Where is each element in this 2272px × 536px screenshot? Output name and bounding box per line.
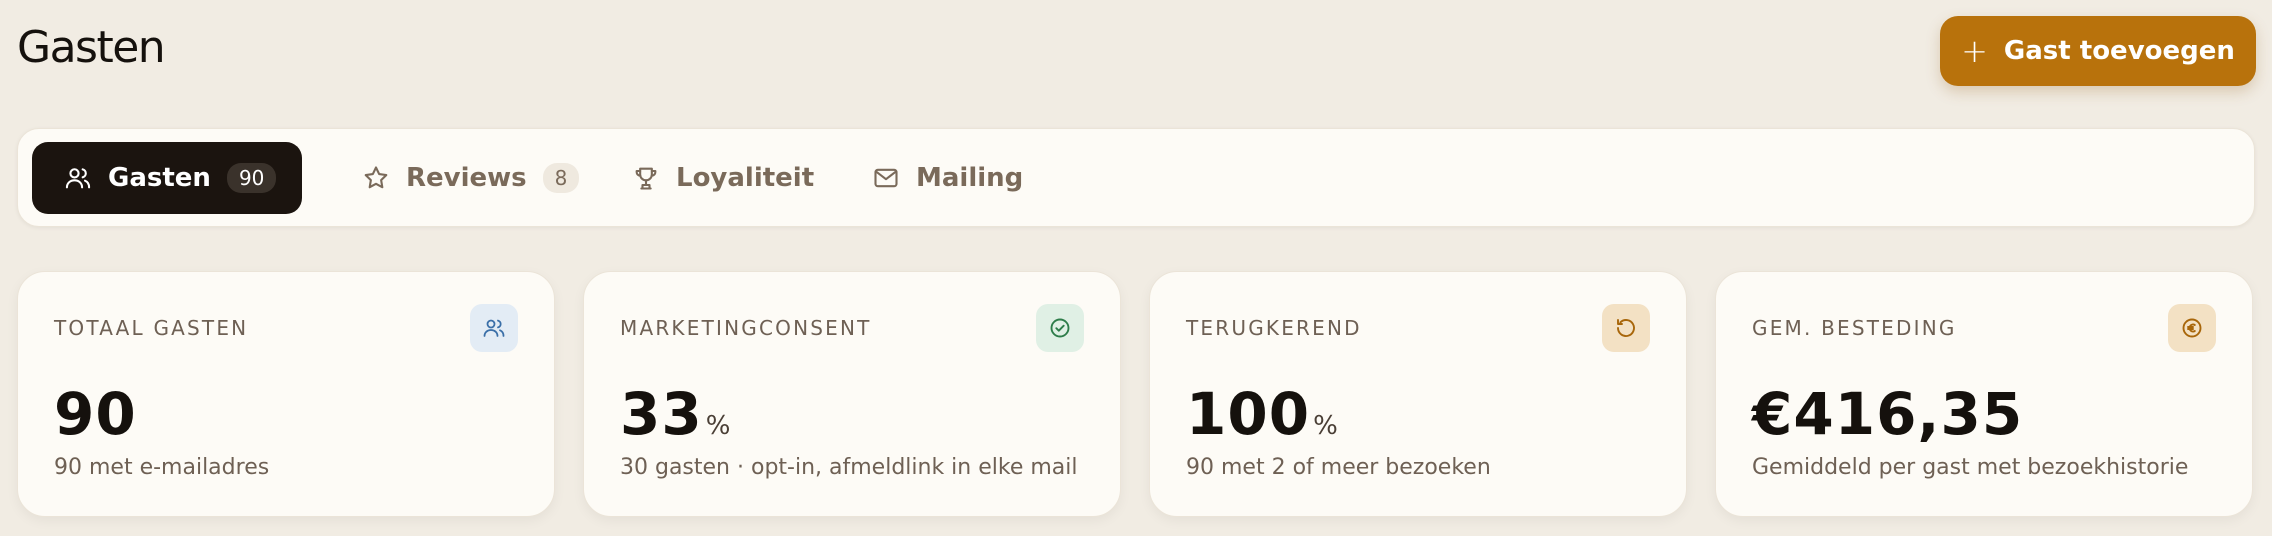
page-title: Gasten bbox=[17, 22, 166, 73]
stat-card-marketing-consent: MARKETINGCONSENT 33 % 30 gasten · opt-in… bbox=[583, 271, 1121, 517]
trophy-icon bbox=[635, 167, 657, 190]
stat-card-returning: TERUGKEREND 100 % 90 met 2 of meer bezoe… bbox=[1149, 271, 1687, 517]
tab-reviews-label: Reviews bbox=[406, 163, 527, 193]
stat-value-number: €416,35 bbox=[1752, 380, 2024, 448]
add-guest-button[interactable]: + Gast toevoegen bbox=[1940, 16, 2256, 86]
stat-value: 100 % bbox=[1186, 380, 1339, 448]
add-guest-label: Gast toevoegen bbox=[2003, 36, 2235, 66]
stat-card-total-guests: TOTAAL GASTEN 90 90 met e-mailadres bbox=[17, 271, 555, 517]
tab-mailing-label: Mailing bbox=[916, 163, 1024, 193]
tab-gasten-count: 90 bbox=[226, 163, 277, 193]
stat-value: 90 bbox=[54, 380, 137, 448]
stat-subtext: 90 met 2 of meer bezoeken bbox=[1186, 455, 1491, 480]
stat-label: TERUGKEREND bbox=[1186, 316, 1362, 340]
stat-subtext: Gemiddeld per gast met bezoekhistorie bbox=[1752, 455, 2189, 480]
tab-reviews[interactable]: Reviews 8 bbox=[346, 142, 595, 214]
stat-label: MARKETINGCONSENT bbox=[620, 316, 872, 340]
rotate-icon bbox=[1602, 304, 1650, 352]
stat-label: TOTAAL GASTEN bbox=[54, 316, 249, 340]
stat-subtext: 30 gasten · opt-in, afmeldlink in elke m… bbox=[620, 455, 1078, 480]
stat-label: GEM. BESTEDING bbox=[1752, 316, 1957, 340]
mail-icon bbox=[874, 168, 898, 188]
plus-icon: + bbox=[1961, 32, 1988, 70]
euro-icon bbox=[2168, 304, 2216, 352]
stat-value-number: 90 bbox=[54, 380, 137, 448]
tab-loyaliteit[interactable]: Loyaliteit bbox=[616, 142, 830, 214]
users-icon bbox=[65, 168, 91, 189]
tab-bar: Gasten 90 Reviews 8 Loyaliteit Mailing bbox=[17, 128, 2255, 227]
check-circle-icon bbox=[1036, 304, 1084, 352]
stat-card-avg-spend: GEM. BESTEDING €416,35 Gemiddeld per gas… bbox=[1715, 271, 2253, 517]
tab-gasten-label: Gasten bbox=[108, 163, 211, 193]
tab-loyaliteit-label: Loyaliteit bbox=[676, 163, 815, 193]
tab-reviews-count: 8 bbox=[542, 163, 580, 193]
star-icon bbox=[364, 166, 388, 189]
stat-value-unit: % bbox=[1313, 411, 1339, 441]
stat-value: €416,35 bbox=[1752, 380, 2023, 448]
users-icon bbox=[470, 304, 518, 352]
tab-gasten[interactable]: Gasten 90 bbox=[32, 142, 302, 214]
stat-subtext: 90 met e-mailadres bbox=[54, 455, 270, 480]
stat-value-number: 100 bbox=[1186, 380, 1311, 448]
stat-value-number: 33 bbox=[620, 380, 703, 448]
tab-mailing[interactable]: Mailing bbox=[856, 142, 1039, 214]
stat-value: 33 % bbox=[620, 380, 731, 448]
stat-value-unit: % bbox=[705, 411, 732, 441]
